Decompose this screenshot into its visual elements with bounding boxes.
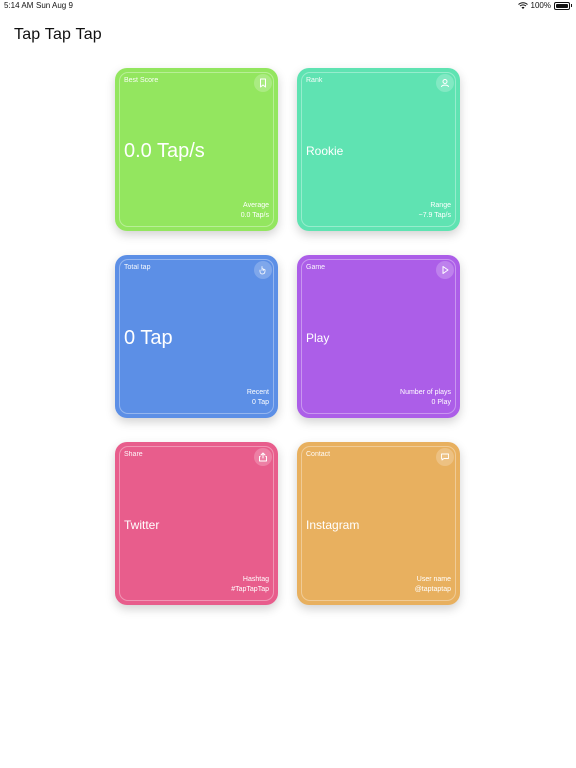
status-date: Sun Aug 9 (36, 1, 73, 10)
card-meta: Range ~7.9 Tap/s (419, 201, 451, 221)
card-label: Contact (306, 451, 331, 458)
card-label: Rank (306, 77, 323, 84)
message-icon[interactable] (436, 448, 454, 466)
card-meta-value: ~7.9 Tap/s (418, 212, 451, 219)
card-value: Play (306, 331, 330, 345)
card-label: Game (306, 264, 326, 271)
wifi-icon (517, 1, 528, 9)
card-meta: Number of plays 0 Play (400, 388, 451, 408)
card-meta: Hashtag #TapTapTap (231, 575, 269, 595)
card-label: Total tap (124, 264, 151, 271)
card-meta-label: Hashtag (242, 576, 269, 583)
card-share[interactable]: Share Twitter Hashtag #TapTapTap (115, 442, 278, 605)
card-meta-value: #TapTapTap (231, 586, 269, 593)
status-time: 5:14 AM (4, 1, 34, 10)
card-meta: Recent 0 Tap (247, 388, 269, 408)
card-value: Twitter (124, 518, 160, 532)
card-meta-label: Number of plays (400, 389, 451, 396)
status-bar: 5:14 AM Sun Aug 9 100% (0, 0, 576, 12)
card-value: Rookie (306, 144, 344, 158)
battery-icon (554, 1, 572, 10)
card-value: 0 Tap (124, 327, 173, 349)
battery-percent: 100% (530, 1, 551, 10)
card-meta: Average 0.0 Tap/s (241, 201, 269, 221)
card-meta-value: 0 Play (431, 399, 451, 406)
card-meta-label: Average (243, 202, 269, 209)
card-value: Instagram (306, 518, 360, 532)
cards-grid: Best Score 0.0 Tap/s Average 0.0 Tap/s R… (115, 68, 461, 608)
card-meta-value: 0.0 Tap/s (240, 212, 269, 219)
card-meta-label: Recent (246, 389, 269, 396)
share-icon[interactable] (254, 448, 272, 466)
card-meta-value: @taptaptap (414, 586, 451, 593)
card-label: Share (124, 451, 143, 458)
card-total-tap[interactable]: Total tap 0 Tap Recent 0 Tap (115, 255, 278, 418)
bookmark-icon[interactable] (254, 74, 272, 92)
app-title: Tap Tap Tap (14, 26, 102, 43)
status-right: 100% (517, 1, 572, 10)
card-label: Best Score (124, 77, 159, 84)
card-meta-value: 0 Tap (252, 399, 269, 406)
hand-pointer-icon[interactable] (254, 261, 272, 279)
card-meta-label: Range (430, 202, 451, 209)
card-value: 0.0 Tap/s (124, 140, 205, 162)
play-icon[interactable] (436, 261, 454, 279)
card-game[interactable]: Game Play Number of plays 0 Play (297, 255, 460, 418)
card-rank[interactable]: Rank Rookie Range ~7.9 Tap/s (297, 68, 460, 231)
card-best-score[interactable]: Best Score 0.0 Tap/s Average 0.0 Tap/s (115, 68, 278, 231)
person-icon[interactable] (436, 74, 454, 92)
card-meta: User name @taptaptap (415, 575, 451, 595)
card-contact[interactable]: Contact Instagram User name @taptaptap (297, 442, 460, 605)
card-meta-label: User name (416, 576, 451, 583)
